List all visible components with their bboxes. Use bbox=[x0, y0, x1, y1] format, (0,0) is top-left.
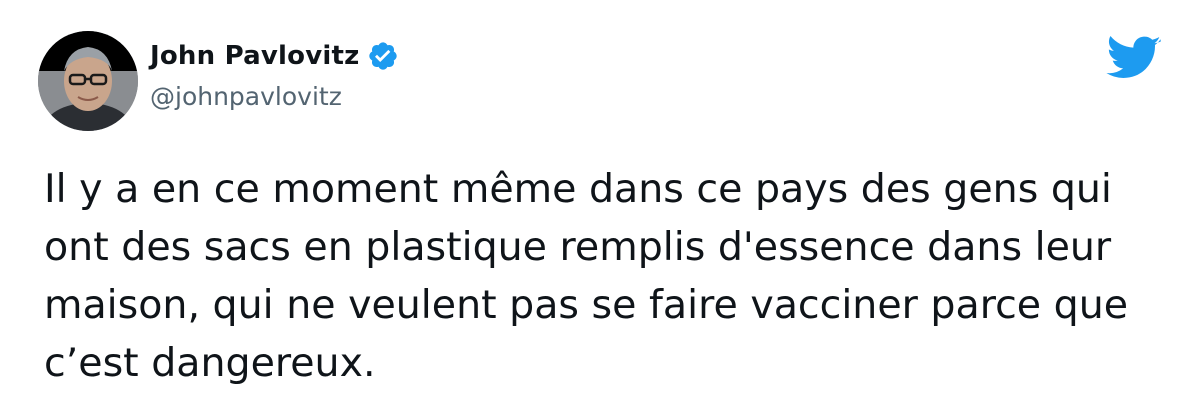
avatar-photo bbox=[38, 31, 138, 131]
tweet-card: John Pavlovitz @johnpavlovitz Il y a en … bbox=[0, 0, 1200, 418]
display-name[interactable]: John Pavlovitz bbox=[150, 41, 359, 71]
avatar[interactable] bbox=[38, 31, 138, 131]
twitter-bird-icon[interactable] bbox=[1106, 36, 1162, 82]
name-row: John Pavlovitz bbox=[150, 36, 399, 76]
handle[interactable]: @johnpavlovitz bbox=[150, 82, 399, 111]
verified-badge-icon bbox=[367, 40, 399, 72]
author-block: John Pavlovitz @johnpavlovitz bbox=[150, 36, 399, 111]
tweet-text: Il y a en ce moment même dans ce pays de… bbox=[44, 166, 1129, 386]
